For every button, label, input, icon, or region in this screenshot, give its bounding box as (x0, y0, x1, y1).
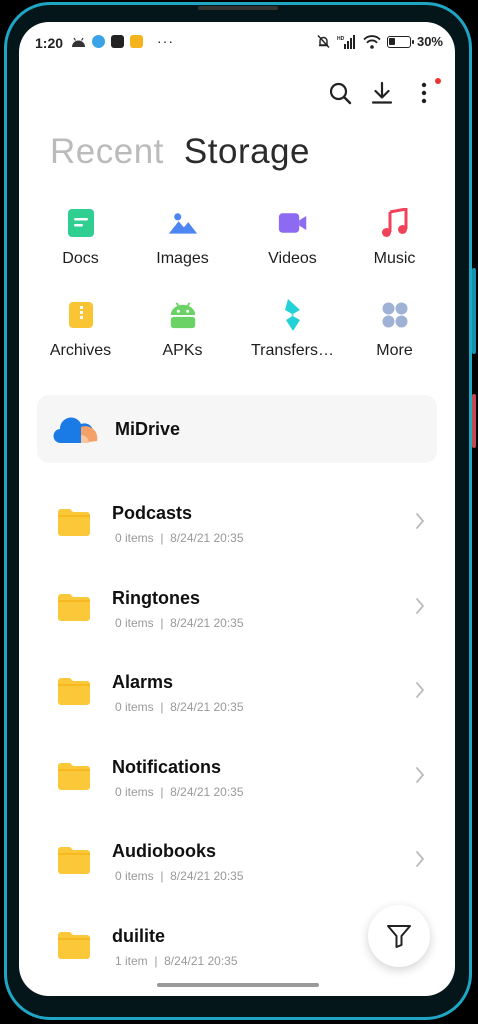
download-button[interactable] (369, 80, 395, 106)
folder-row-podcasts[interactable]: Podcasts 0 items | 8/24/21 20:35 (19, 482, 455, 567)
more-options-button[interactable] (411, 78, 441, 106)
device-frame: 1:20 ··· HD 30% Recent Storage Docs Imag… (0, 0, 478, 1024)
screen: 1:20 ··· HD 30% Recent Storage Docs Imag… (19, 22, 455, 996)
category-label: More (376, 342, 413, 359)
category-music[interactable]: Music (342, 204, 447, 268)
folder-row-alarms[interactable]: Alarms 0 items | 8/24/21 20:35 (19, 651, 455, 736)
folder-row-notifications[interactable]: Notifications 0 items | 8/24/21 20:35 (19, 736, 455, 821)
tab-recent[interactable]: Recent (50, 132, 164, 172)
folder-name: duilite (112, 925, 165, 946)
category-label: Archives (49, 342, 112, 359)
battery-fill (388, 37, 395, 45)
chevron-right-icon (416, 851, 425, 868)
notes-notification-icon (130, 35, 143, 48)
folder-name: Audiobooks (112, 841, 216, 862)
category-videos[interactable]: Videos (240, 204, 345, 268)
category-images[interactable]: Images (130, 204, 235, 268)
status-system-icons: HD 30% (316, 34, 443, 49)
folder-name: Ringtones (112, 587, 200, 608)
gallery-notification-icon (111, 35, 124, 48)
volume-button (472, 268, 476, 354)
folder-row-ringtones[interactable]: Ringtones 0 items | 8/24/21 20:35 (19, 567, 455, 652)
category-more[interactable]: More (342, 296, 447, 360)
folder-icon (58, 593, 90, 621)
search-button[interactable] (327, 80, 353, 106)
folder-icon (58, 931, 90, 959)
wifi-icon (363, 34, 381, 49)
folder-icon (58, 762, 90, 790)
folder-meta: 0 items | 8/24/21 20:35 (115, 531, 244, 545)
filter-icon (387, 925, 411, 948)
more-vert-icon (421, 82, 427, 104)
apks-icon (168, 300, 198, 330)
category-row: Docs Images Videos Music (19, 204, 455, 296)
chevron-right-icon (416, 513, 425, 529)
category-label: Docs (62, 250, 99, 267)
folder-icon (58, 509, 90, 536)
docs-icon (66, 208, 96, 238)
images-icon (168, 208, 198, 238)
signal-icon: HD (337, 34, 355, 49)
chevron-right-icon (416, 766, 425, 783)
folder-icon (58, 678, 90, 706)
folder-meta: 0 items | 8/24/21 20:35 (115, 700, 244, 715)
toolbar (327, 78, 441, 106)
category-label: Music (373, 250, 416, 267)
more-grid-icon (380, 300, 410, 330)
filter-button[interactable] (368, 905, 430, 967)
folder-icon (58, 847, 90, 875)
folder-row-audiobooks[interactable]: Audiobooks 0 items | 8/24/21 20:35 (19, 820, 455, 905)
folder-name: Alarms (112, 672, 174, 693)
category-apks[interactable]: APKs (130, 296, 235, 360)
midrive-card[interactable]: MiDrive (37, 395, 437, 463)
folder-meta: 0 items | 8/24/21 20:35 (115, 784, 244, 799)
folder-name: Podcasts (112, 503, 193, 523)
archives-icon (66, 300, 96, 330)
tab-storage[interactable]: Storage (184, 132, 310, 172)
videos-icon (278, 208, 308, 238)
docs-icon-shape (67, 209, 94, 237)
mute-icon (317, 35, 330, 48)
category-row: Archives APKs Transfers… More (19, 296, 455, 388)
category-label: Videos (268, 250, 317, 267)
category-label: APKs (162, 342, 203, 359)
folder-meta: 0 items | 8/24/21 20:35 (115, 615, 244, 630)
battery-percentage: 30% (416, 34, 443, 49)
transfers-icon (278, 299, 308, 331)
tab-bar: Recent Storage (50, 132, 310, 172)
midrive-cloud-icon (53, 417, 98, 444)
chevron-right-icon (416, 597, 425, 614)
top-speaker (198, 6, 278, 10)
category-archives[interactable]: Archives (28, 296, 133, 360)
category-transfers[interactable]: Transfers… (240, 296, 345, 360)
battery-icon (386, 35, 414, 48)
folder-meta: 1 item | 8/24/21 20:35 (115, 953, 238, 968)
folder-name: Notifications (112, 756, 222, 777)
category-label: Transfers… (251, 342, 334, 359)
chevron-right-icon (416, 682, 425, 699)
category-label: Images (156, 250, 209, 267)
music-icon (380, 208, 410, 238)
home-indicator[interactable] (157, 983, 319, 987)
status-notification-icons: ··· (71, 33, 174, 49)
category-grid: Docs Images Videos Music Archives APKs T… (19, 204, 455, 388)
midrive-label: MiDrive (115, 418, 181, 439)
search-icon (329, 82, 352, 105)
category-docs[interactable]: Docs (28, 204, 133, 268)
more-notifications-indicator: ··· (157, 33, 174, 49)
notification-dot (435, 78, 441, 84)
power-button (472, 394, 476, 448)
folder-meta: 0 items | 8/24/21 20:35 (115, 869, 244, 884)
svg-text:HD: HD (337, 36, 345, 42)
download-icon (371, 81, 393, 104)
android-debug-icon (72, 37, 85, 47)
app-notification-icon (92, 35, 105, 48)
status-time: 1:20 (35, 35, 64, 51)
status-bar: 1:20 ··· HD 30% (19, 22, 455, 64)
